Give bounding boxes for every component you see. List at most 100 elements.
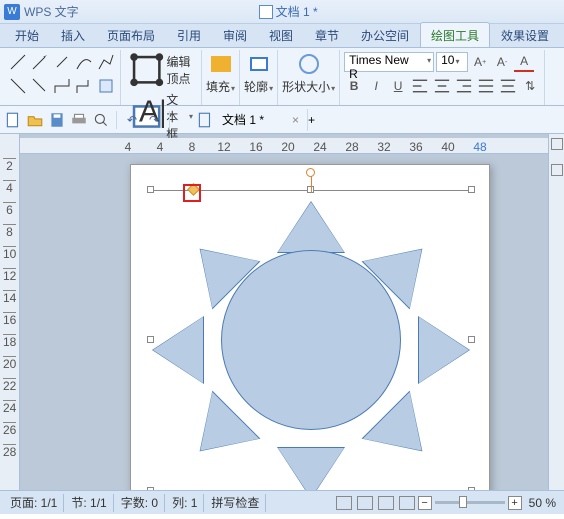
zoom-out-icon[interactable]: − bbox=[418, 496, 432, 510]
align-left-icon[interactable] bbox=[410, 76, 430, 96]
new-doc-icon[interactable] bbox=[4, 111, 22, 129]
hr-tick: 4 bbox=[125, 140, 132, 154]
ribbon-group-font: Times New R▾ 10▾ A+ A- A B I U ⇅ bbox=[340, 50, 545, 105]
status-section: 节: 1/1 bbox=[65, 494, 113, 512]
hr-tick: 40 bbox=[441, 140, 454, 154]
panel-toggle-icon[interactable] bbox=[551, 138, 563, 150]
fill-label: 填充 bbox=[206, 80, 230, 94]
font-size-value: 10 bbox=[441, 53, 454, 67]
decrease-font-icon[interactable]: A- bbox=[492, 52, 512, 72]
arrow-tool-icon[interactable] bbox=[30, 52, 50, 72]
print-icon[interactable] bbox=[70, 111, 88, 129]
vr-tick: 10 bbox=[3, 247, 16, 261]
selected-shape[interactable] bbox=[151, 190, 471, 490]
font-name-select[interactable]: Times New R▾ bbox=[344, 52, 434, 72]
ribbon-group-edit: 编辑顶点 A| 文本框▾ bbox=[121, 50, 202, 105]
vr-tick: 8 bbox=[6, 225, 13, 239]
resize-handle-se[interactable] bbox=[468, 487, 475, 490]
status-spellcheck[interactable]: 拼写检查 bbox=[205, 494, 266, 512]
doc-tab-label: 文档 1 * bbox=[222, 111, 264, 128]
view-mode4-icon[interactable] bbox=[399, 496, 415, 510]
freeform-tool-icon[interactable] bbox=[96, 52, 116, 72]
vr-tick: 16 bbox=[3, 313, 16, 327]
new-tab-icon[interactable]: + bbox=[308, 113, 315, 127]
line-tool-icon[interactable] bbox=[8, 52, 28, 72]
close-tab-icon[interactable]: × bbox=[292, 113, 299, 127]
zoom-in-icon[interactable]: + bbox=[508, 496, 522, 510]
tab-start[interactable]: 开始 bbox=[4, 22, 50, 47]
vr-tick: 6 bbox=[6, 203, 13, 217]
doc-title-text: 文档 1 * bbox=[276, 3, 318, 20]
tab-references[interactable]: 引用 bbox=[166, 22, 212, 47]
italic-icon[interactable]: I bbox=[366, 76, 386, 96]
elbow-arrow-icon[interactable] bbox=[74, 76, 94, 96]
vr-tick: 28 bbox=[3, 445, 16, 459]
fill-button[interactable] bbox=[207, 50, 235, 78]
tab-insert[interactable]: 插入 bbox=[50, 22, 96, 47]
font-color-icon[interactable]: A bbox=[514, 52, 534, 72]
align-center-icon[interactable] bbox=[432, 76, 452, 96]
ribbon-group-outline: 轮廓▾ bbox=[240, 50, 278, 105]
vr-tick: 18 bbox=[3, 335, 16, 349]
view-mode2-icon[interactable] bbox=[357, 496, 373, 510]
double-arrow-icon[interactable] bbox=[52, 52, 72, 72]
resize-handle-ne[interactable] bbox=[468, 186, 475, 193]
redo-icon[interactable]: ↷ bbox=[145, 111, 163, 129]
zoom-controls: − + 50 % bbox=[334, 496, 560, 510]
save-icon[interactable] bbox=[48, 111, 66, 129]
quick-access-toolbar: ↶ ↷ 文档 1 * × + bbox=[0, 106, 564, 134]
increase-font-icon[interactable]: A+ bbox=[470, 52, 490, 72]
panel-toggle2-icon[interactable] bbox=[551, 164, 563, 176]
edit-vertex-label: 编辑顶点 bbox=[166, 53, 193, 87]
vertical-text-icon[interactable]: ⇅ bbox=[520, 76, 540, 96]
print-preview-icon[interactable] bbox=[92, 111, 110, 129]
view-mode1-icon[interactable] bbox=[336, 496, 352, 510]
resize-handle-nw[interactable] bbox=[147, 186, 154, 193]
shape-size-button[interactable] bbox=[295, 50, 323, 78]
tab-effects[interactable]: 效果设置 bbox=[490, 22, 560, 47]
rotate-handle[interactable] bbox=[306, 168, 315, 177]
zoom-value[interactable]: 50 % bbox=[529, 496, 556, 510]
outline-button[interactable] bbox=[245, 50, 273, 78]
tab-section[interactable]: 章节 bbox=[304, 22, 350, 47]
doc-tab[interactable]: 文档 1 * × bbox=[214, 109, 308, 131]
status-page[interactable]: 页面: 1/1 bbox=[4, 494, 64, 512]
sun-shape[interactable] bbox=[161, 190, 461, 490]
align-distribute-icon[interactable] bbox=[498, 76, 518, 96]
line2-icon[interactable] bbox=[8, 76, 28, 96]
tab-review[interactable]: 审阅 bbox=[212, 22, 258, 47]
undo-icon[interactable]: ↶ bbox=[123, 111, 141, 129]
align-right-icon[interactable] bbox=[454, 76, 474, 96]
ribbon-group-lines bbox=[4, 50, 121, 105]
status-col: 列: 1 bbox=[166, 494, 204, 512]
tab-pagelayout[interactable]: 页面布局 bbox=[96, 22, 166, 47]
zoom-slider[interactable] bbox=[435, 501, 505, 504]
align-justify-icon[interactable] bbox=[476, 76, 496, 96]
horizontal-ruler: 4 4 8 12 16 20 24 28 32 36 40 48 bbox=[20, 138, 548, 154]
tab-officespace[interactable]: 办公空间 bbox=[350, 22, 420, 47]
ribbon-group-fill: 填充▾ bbox=[202, 50, 240, 105]
curve-tool-icon[interactable] bbox=[74, 52, 94, 72]
canvas-area[interactable]: 4 4 8 12 16 20 24 28 32 36 40 48 bbox=[20, 134, 548, 490]
sun-circle bbox=[221, 250, 401, 430]
elbow-icon[interactable] bbox=[52, 76, 72, 96]
open-icon[interactable] bbox=[26, 111, 44, 129]
tab-drawing-tools[interactable]: 绘图工具 bbox=[420, 22, 490, 47]
shapes-more-icon[interactable] bbox=[96, 76, 116, 96]
document-page bbox=[130, 164, 490, 490]
shape-size-label: 形状大小 bbox=[282, 80, 330, 94]
edit-vertex-button[interactable]: 编辑顶点 bbox=[125, 50, 197, 89]
font-size-select[interactable]: 10▾ bbox=[436, 52, 468, 72]
zoom-thumb[interactable] bbox=[459, 496, 467, 508]
underline-icon[interactable]: U bbox=[388, 76, 408, 96]
doc-tab-icon bbox=[196, 111, 214, 129]
status-bar: 页面: 1/1 节: 1/1 字数: 0 列: 1 拼写检查 − + 50 % bbox=[0, 490, 564, 514]
view-mode3-icon[interactable] bbox=[378, 496, 394, 510]
vr-tick: 12 bbox=[3, 269, 16, 283]
arrow2-icon[interactable] bbox=[30, 76, 50, 96]
tab-view[interactable]: 视图 bbox=[258, 22, 304, 47]
status-wordcount[interactable]: 字数: 0 bbox=[115, 494, 165, 512]
ribbon-tabs: 开始 插入 页面布局 引用 审阅 视图 章节 办公空间 绘图工具 效果设置 bbox=[0, 24, 564, 48]
doc-title-top: 文档 1 * bbox=[259, 3, 318, 20]
resize-handle-sw[interactable] bbox=[147, 487, 154, 490]
